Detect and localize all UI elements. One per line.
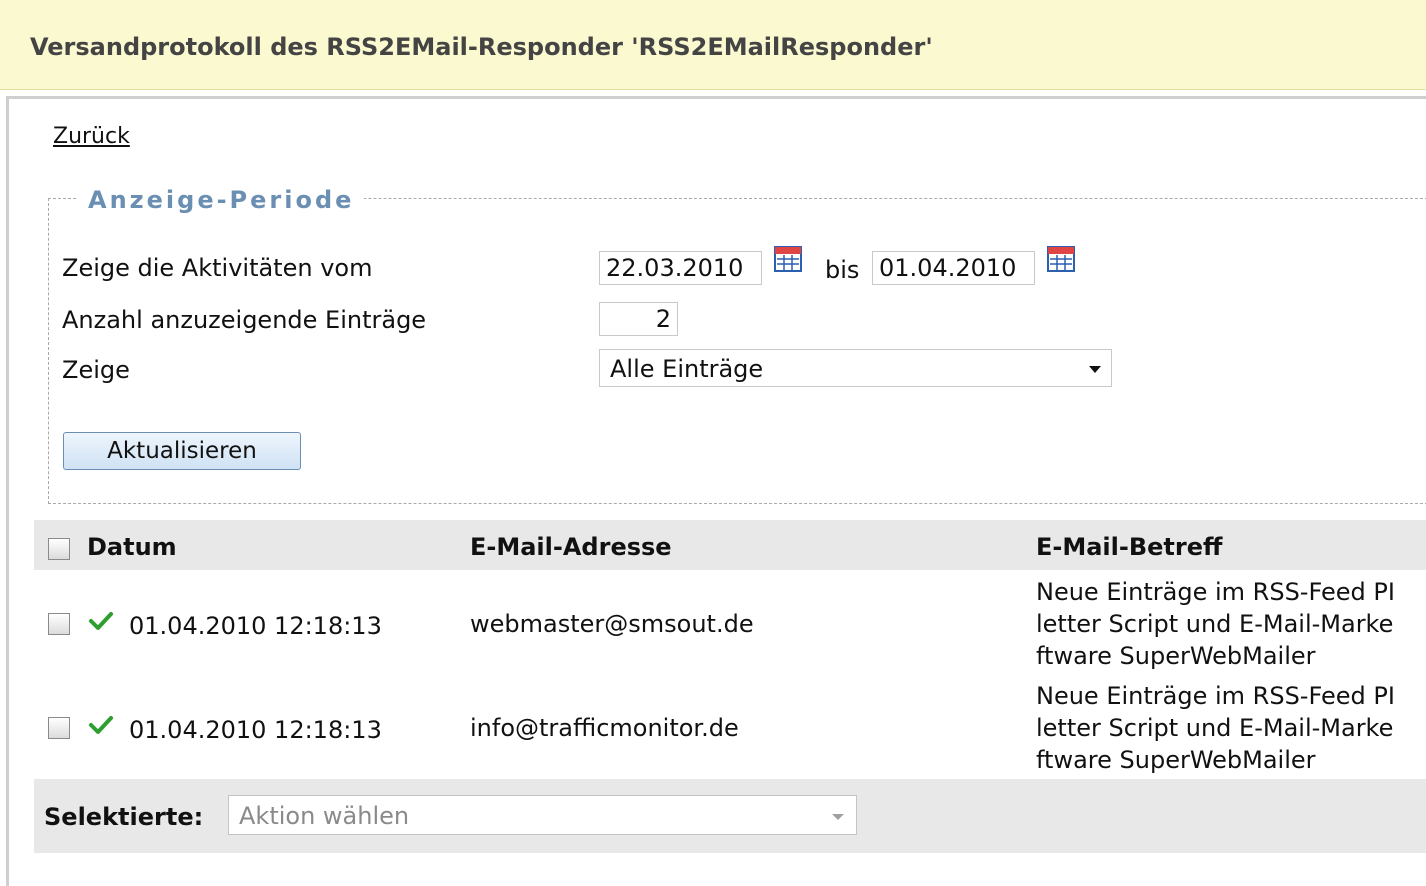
row-checkbox[interactable] (48, 613, 70, 635)
from-date-label: Zeige die Aktivitäten vom (62, 254, 373, 282)
column-email[interactable]: E-Mail-Adresse (470, 533, 672, 561)
row-email: webmaster@smsout.de (470, 610, 754, 638)
page-header: Versandprotokoll des RSS2EMail-Responder… (0, 0, 1426, 90)
check-icon (89, 716, 113, 734)
page-title: Versandprotokoll des RSS2EMail-Responder… (30, 33, 933, 61)
row-date: 01.04.2010 12:18:13 (129, 716, 382, 744)
bulk-action-placeholder: Aktion wählen (239, 802, 410, 830)
period-legend: Anzeige-Periode (78, 186, 365, 214)
entry-count-label: Anzahl anzuzeigende Einträge (62, 306, 427, 334)
show-filter-value: Alle Einträge (610, 355, 764, 383)
column-date[interactable]: Datum (87, 533, 177, 561)
check-icon (89, 612, 113, 630)
show-filter-label: Zeige (62, 356, 130, 384)
calendar-icon[interactable] (774, 246, 804, 274)
column-subject[interactable]: E-Mail-Betreff (1036, 533, 1222, 561)
table-row[interactable]: 01.04.2010 12:18:13 webmaster@smsout.de … (34, 570, 1426, 674)
back-link[interactable]: Zurück (53, 124, 130, 149)
to-date-label: bis (825, 256, 860, 284)
select-all-checkbox[interactable] (48, 538, 70, 560)
entry-count-input[interactable] (599, 302, 678, 336)
show-filter-select[interactable]: Alle Einträge (599, 349, 1112, 387)
from-date-input[interactable] (599, 251, 762, 285)
refresh-button[interactable]: Aktualisieren (63, 432, 301, 470)
selected-label: Selektierte: (44, 803, 204, 831)
to-date-input[interactable] (872, 251, 1035, 285)
row-email: info@trafficmonitor.de (470, 714, 739, 742)
bulk-action-bar: Selektierte: Aktion wählen (34, 779, 1426, 853)
calendar-icon[interactable] (1047, 246, 1077, 274)
table-header: Datum E-Mail-Adresse E-Mail-Betreff (34, 520, 1426, 570)
chevron-down-icon (1089, 366, 1101, 373)
table-row[interactable]: 01.04.2010 12:18:13 info@trafficmonitor.… (34, 674, 1426, 778)
row-checkbox[interactable] (48, 717, 70, 739)
row-subject: Neue Einträge im RSS-Feed PI letter Scri… (1036, 578, 1395, 670)
bulk-action-select[interactable]: Aktion wählen (228, 795, 857, 835)
row-date: 01.04.2010 12:18:13 (129, 612, 382, 640)
row-subject: Neue Einträge im RSS-Feed PI letter Scri… (1036, 682, 1395, 774)
chevron-down-icon (832, 814, 844, 820)
